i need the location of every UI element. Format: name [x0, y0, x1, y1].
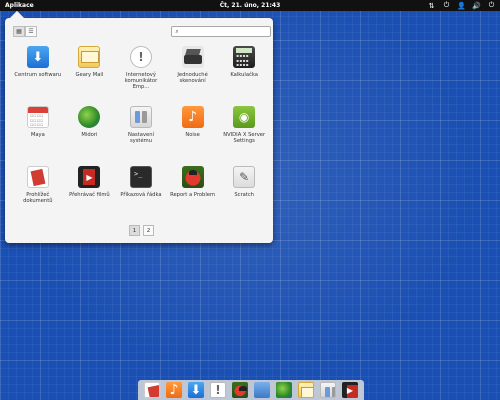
app-label: Scratch — [234, 192, 254, 198]
search-icon: ⌕ — [175, 27, 179, 35]
app-label: Internetový komunikátor Emp... — [124, 72, 158, 91]
app-launcher-item[interactable]: Přehrávač filmů — [64, 166, 116, 226]
app-launcher-item[interactable]: Prohlížeč dokumentů — [12, 166, 64, 226]
application-launcher: ▦ ☰ ⌕ Centrum softwaru Geary Mail Internet… — [5, 18, 273, 243]
app-launcher-item[interactable]: Jednoduché skenování — [167, 46, 219, 106]
list-view-icon[interactable]: ☰ — [25, 26, 37, 37]
scratch-icon — [233, 166, 256, 188]
app-launcher-item[interactable]: Noise — [167, 106, 219, 166]
volume-icon[interactable]: 🔊 — [472, 1, 481, 10]
top-panel: Aplikace Čt, 21. úno, 21:43 ⇅ ⏻ 👤 🔊 ⏻ — [0, 0, 500, 11]
page-button-2[interactable]: 2 — [143, 225, 154, 236]
bug-icon — [181, 166, 204, 188]
dock-center-icon[interactable] — [188, 382, 204, 398]
app-label: Nastavení systému — [128, 132, 154, 145]
app-grid: Centrum softwaru Geary Mail Internetový ko… — [12, 46, 270, 226]
app-launcher-item[interactable]: Maya — [12, 106, 64, 166]
clock[interactable]: Čt, 21. úno, 21:43 — [0, 2, 500, 9]
app-launcher-item[interactable]: Geary Mail — [64, 46, 116, 106]
scan-icon — [181, 46, 204, 68]
app-launcher-item[interactable]: Internetový komunikátor Emp... — [115, 46, 167, 106]
search-box: ⌕ — [171, 26, 271, 37]
app-label: Příkazová řádka — [120, 192, 162, 198]
noise-icon — [181, 106, 204, 128]
midori-icon — [78, 106, 101, 128]
dock-folder-icon[interactable] — [254, 382, 270, 398]
app-label: Midori — [81, 132, 98, 138]
app-label: Kalkulačka — [230, 72, 258, 78]
chat-icon — [129, 46, 152, 68]
dock-settings-icon[interactable] — [320, 382, 336, 398]
dock-chat-icon[interactable] — [210, 382, 226, 398]
app-label: Prohlížeč dokumentů — [23, 192, 53, 205]
view-switcher: ▦ ☰ — [13, 26, 37, 37]
settings-icon — [129, 106, 152, 128]
dock-noise-icon[interactable] — [166, 382, 182, 398]
page-switcher: 12 — [129, 225, 154, 236]
app-launcher-item[interactable]: Příkazová řádka — [115, 166, 167, 226]
app-label: Centrum softwaru — [14, 72, 62, 78]
calc-icon — [233, 46, 256, 68]
dock-docs-icon[interactable] — [144, 382, 160, 398]
app-launcher-item[interactable]: Midori — [64, 106, 116, 166]
app-label: Jednoduché skenování — [177, 72, 208, 85]
center-icon — [26, 46, 49, 68]
dock-geary-icon[interactable] — [298, 382, 314, 398]
app-label: Noise — [185, 132, 200, 138]
dock-midori-icon[interactable] — [276, 382, 292, 398]
maya-icon — [26, 106, 49, 128]
app-launcher-item[interactable]: Centrum softwaru — [12, 46, 64, 106]
docs-icon — [26, 166, 49, 188]
app-label: Geary Mail — [75, 72, 104, 78]
nvidia-icon — [233, 106, 256, 128]
page-button-1[interactable]: 1 — [129, 225, 140, 236]
settings-icon[interactable]: ⏻ — [487, 1, 496, 10]
dock — [138, 380, 364, 400]
geary-icon — [78, 46, 101, 68]
app-launcher-item[interactable]: Report a Problem — [167, 166, 219, 226]
sort-icon[interactable]: ⇅ — [427, 1, 436, 10]
dock-video-icon[interactable] — [342, 382, 358, 398]
grid-view-icon[interactable]: ▦ — [13, 26, 25, 37]
term-icon — [129, 166, 152, 188]
search-input[interactable] — [182, 28, 270, 35]
app-label: Maya — [30, 132, 45, 138]
user-icon[interactable]: 👤 — [457, 1, 466, 10]
app-label: Přehrávač filmů — [69, 192, 110, 198]
power-icon[interactable]: ⏻ — [442, 1, 451, 10]
app-launcher-item[interactable]: Scratch — [218, 166, 270, 226]
app-launcher-item[interactable]: Nastavení systému — [115, 106, 167, 166]
video-icon — [78, 166, 101, 188]
app-launcher-item[interactable]: NVIDIA X Server Settings — [218, 106, 270, 166]
app-label: Report a Problem — [170, 192, 216, 198]
app-launcher-item[interactable]: Kalkulačka — [218, 46, 270, 106]
app-label: NVIDIA X Server Settings — [223, 132, 266, 145]
system-tray: ⇅ ⏻ 👤 🔊 ⏻ — [427, 1, 496, 10]
dock-bug-icon[interactable] — [232, 382, 248, 398]
